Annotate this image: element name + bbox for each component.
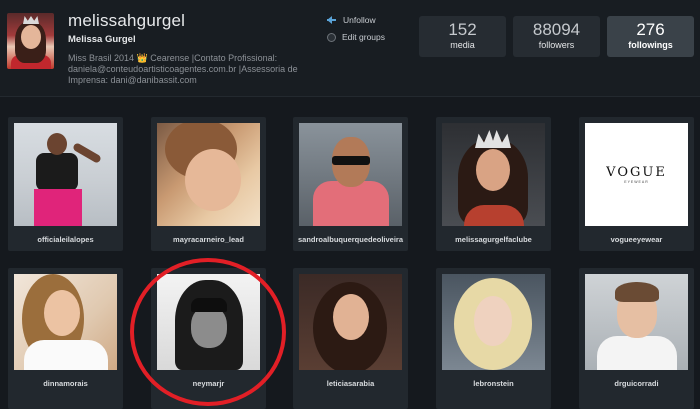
- user-photo[interactable]: [299, 123, 402, 226]
- stat-followings-count: 276: [636, 20, 665, 39]
- stat-followers[interactable]: 88094 followers: [513, 16, 600, 57]
- user-photo[interactable]: [14, 123, 117, 226]
- user-handle[interactable]: dinnamorais: [8, 379, 123, 388]
- profile-bio: Miss Brasil 2014 👑 Cearense |Contato Pro…: [68, 53, 298, 85]
- user-handle[interactable]: officialeilalopes: [8, 235, 123, 244]
- profile-header: melissahgurgel Melissa Gurgel Miss Brasi…: [0, 0, 700, 97]
- stat-media[interactable]: 152 media: [419, 16, 506, 57]
- user-handle[interactable]: sandroalbuquerquedeoliveira: [293, 235, 408, 244]
- following-card[interactable]: dinnamorais: [8, 268, 123, 409]
- stat-media-label: media: [450, 40, 475, 50]
- user-photo[interactable]: [442, 123, 545, 226]
- user-handle[interactable]: melissagurgelfaclube: [436, 235, 551, 244]
- profile-username[interactable]: melissahgurgel: [68, 11, 185, 31]
- profile-avatar[interactable]: [7, 13, 54, 69]
- following-card[interactable]: sandroalbuquerquedeoliveira: [293, 117, 408, 251]
- unfollow-label: Unfollow: [343, 15, 376, 25]
- user-handle[interactable]: neymarjr: [151, 379, 266, 388]
- stat-followings-label: followings: [628, 40, 673, 50]
- stat-followers-label: followers: [538, 40, 575, 50]
- unfollow-button[interactable]: Unfollow: [327, 15, 376, 25]
- vogue-logo-sub: EYEWEAR: [624, 180, 649, 184]
- following-card[interactable]: VOGUE EYEWEAR vogueeyewear: [579, 117, 694, 251]
- edit-groups-label: Edit groups: [342, 32, 385, 42]
- user-photo[interactable]: [442, 274, 545, 370]
- vogue-logo: VOGUE: [606, 165, 667, 180]
- following-card[interactable]: drguicorradi: [579, 268, 694, 409]
- user-photo[interactable]: [585, 274, 688, 370]
- user-handle[interactable]: mayracarneiro_lead: [151, 235, 266, 244]
- following-card[interactable]: lebronstein: [436, 268, 551, 409]
- user-handle[interactable]: leticiasarabia: [293, 379, 408, 388]
- radio-icon: [327, 32, 336, 42]
- user-photo[interactable]: [299, 274, 402, 370]
- user-photo[interactable]: VOGUE EYEWEAR: [585, 123, 688, 226]
- following-card[interactable]: neymarjr: [151, 268, 266, 409]
- following-card[interactable]: officialeilalopes: [8, 117, 123, 251]
- user-photo[interactable]: [14, 274, 117, 370]
- user-handle[interactable]: drguicorradi: [579, 379, 694, 388]
- user-handle[interactable]: vogueeyewear: [579, 235, 694, 244]
- arrow-left-icon: [327, 16, 337, 24]
- following-card[interactable]: melissagurgelfaclube: [436, 117, 551, 251]
- user-photo[interactable]: [157, 123, 260, 226]
- following-card[interactable]: leticiasarabia: [293, 268, 408, 409]
- edit-groups-button[interactable]: Edit groups: [327, 32, 385, 42]
- following-card[interactable]: mayracarneiro_lead: [151, 117, 266, 251]
- user-handle[interactable]: lebronstein: [436, 379, 551, 388]
- stat-followers-count: 88094: [532, 20, 581, 39]
- user-photo[interactable]: [157, 274, 260, 370]
- stat-followings[interactable]: 276 followings: [607, 16, 694, 57]
- stat-media-count: 152: [448, 20, 477, 39]
- profile-full-name: Melissa Gurgel: [68, 34, 136, 45]
